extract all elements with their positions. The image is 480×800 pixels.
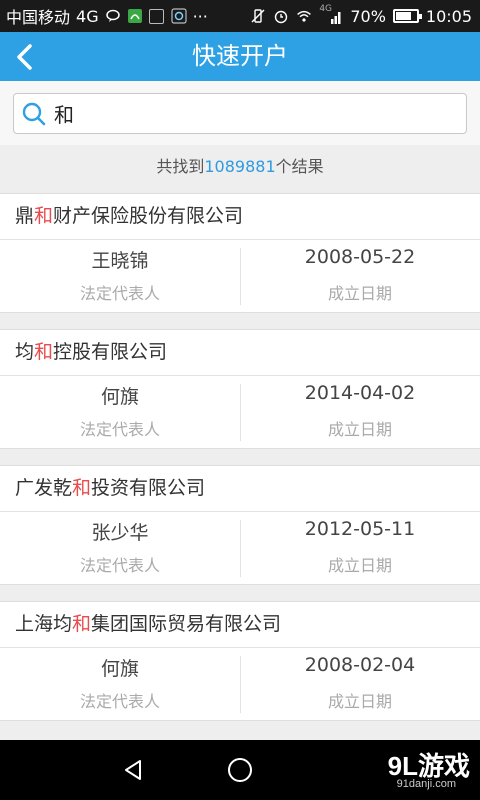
- search-box[interactable]: [13, 93, 467, 134]
- company-name-highlight: 和: [34, 205, 54, 227]
- company-name-highlight: 和: [34, 341, 54, 363]
- company-name-part: 控股有限公司: [53, 341, 168, 363]
- company-name: 鼎和财产保险股份有限公司: [15, 194, 243, 239]
- representative-name: 王晓锦: [91, 250, 149, 272]
- founding-date: 2012-05-11: [304, 518, 416, 540]
- page-title: 快速开户: [192, 42, 288, 70]
- result-count-suffix: 个结果: [275, 157, 324, 176]
- representative-label: 法定代表人: [79, 556, 160, 575]
- watermark-url: 91danji.com: [396, 778, 456, 790]
- network-type: 4G: [76, 6, 99, 26]
- representative-column: 张少华 法定代表人: [0, 512, 240, 585]
- signal-network-label: 4G: [319, 4, 333, 14]
- representative-label: 法定代表人: [79, 692, 160, 711]
- representative-name: 何旗: [100, 386, 139, 408]
- image-notification-icon: [149, 8, 165, 24]
- company-name-part: 均: [15, 341, 35, 363]
- company-name-part: 投资有限公司: [91, 477, 206, 499]
- company-name-highlight: 和: [72, 477, 92, 499]
- chat-bubble-icon: [105, 8, 121, 24]
- watermark: 9L游戏 91danji.com: [360, 746, 470, 796]
- founding-date-column: 2008-05-22 成立日期: [240, 240, 480, 313]
- nav-home-icon: [228, 758, 252, 782]
- founding-date-label: 成立日期: [327, 284, 392, 303]
- app-notification-icon: [127, 8, 143, 24]
- status-bar-left: 中国移动 4G ···: [6, 0, 208, 32]
- founding-date-column: 2012-05-11 成立日期: [240, 512, 480, 585]
- founding-date-label: 成立日期: [327, 556, 392, 575]
- result-count-number: 1089881: [204, 157, 276, 176]
- company-name-highlight: 和: [72, 613, 92, 635]
- company-name-part: 上海均: [15, 613, 73, 635]
- company-card[interactable]: 上海均和集团国际贸易有限公司 何旗 法定代表人 2008-02-04 成立日期: [0, 601, 480, 721]
- company-name-part: 鼎: [15, 205, 35, 227]
- company-name-part: 集团国际贸易有限公司: [91, 613, 282, 635]
- founding-date: 2008-02-04: [304, 654, 416, 676]
- nav-back-icon: [125, 760, 141, 780]
- founding-date-label: 成立日期: [327, 420, 392, 439]
- representative-column: 何旗 法定代表人: [0, 648, 240, 721]
- company-name-part: 财产保险股份有限公司: [53, 205, 244, 227]
- company-name: 上海均和集团国际贸易有限公司: [15, 602, 281, 647]
- navigation-bar: 9L游戏 91danji.com: [0, 740, 480, 800]
- clock: 10:05: [425, 6, 472, 26]
- representative-name: 张少华: [91, 522, 149, 544]
- status-bar: 中国移动 4G ··· 4G 70% 10:05: [0, 0, 480, 32]
- status-bar-right: 4G 70% 10:05: [250, 0, 472, 32]
- back-button[interactable]: [8, 38, 48, 76]
- search-area: [0, 81, 480, 145]
- founding-date-column: 2014-04-02 成立日期: [240, 376, 480, 449]
- company-name-part: 广发乾: [15, 477, 73, 499]
- representative-name: 何旗: [100, 658, 139, 680]
- sync-notification-icon: [170, 8, 187, 24]
- company-card[interactable]: 均和控股有限公司 何旗 法定代表人 2014-04-02 成立日期: [0, 329, 480, 449]
- company-card[interactable]: 广发乾和投资有限公司 张少华 法定代表人 2012-05-11 成立日期: [0, 465, 480, 585]
- back-arrow-icon: [17, 44, 32, 70]
- company-name: 广发乾和投资有限公司: [15, 466, 205, 511]
- wifi-icon: [296, 8, 312, 24]
- representative-label: 法定代表人: [79, 420, 160, 439]
- representative-column: 何旗 法定代表人: [0, 376, 240, 449]
- search-input[interactable]: [54, 94, 454, 133]
- company-card[interactable]: 鼎和财产保险股份有限公司 王晓锦 法定代表人 2008-05-22 成立日期: [0, 193, 480, 313]
- founding-date: 2008-05-22: [304, 246, 416, 268]
- more-notifications-icon: ···: [192, 6, 208, 26]
- founding-date-label: 成立日期: [327, 692, 392, 711]
- nav-home-button[interactable]: [220, 750, 260, 790]
- battery-icon: [392, 9, 422, 23]
- search-icon: [22, 102, 46, 126]
- app-header: 快速开户: [0, 32, 480, 81]
- carrier-name: 中国移动: [6, 8, 71, 27]
- company-name: 均和控股有限公司: [15, 330, 167, 375]
- founding-date: 2014-04-02: [304, 382, 416, 404]
- alarm-icon: [273, 8, 289, 24]
- representative-label: 法定代表人: [79, 284, 160, 303]
- founding-date-column: 2008-02-04 成立日期: [240, 648, 480, 721]
- nav-back-button[interactable]: [113, 750, 153, 790]
- result-count: 共找到1089881个结果: [0, 145, 480, 189]
- representative-column: 王晓锦 法定代表人: [0, 240, 240, 313]
- vibrate-off-icon: [250, 8, 266, 24]
- cellular-signal-icon: 4G: [319, 4, 343, 25]
- result-count-prefix: 共找到: [156, 157, 205, 176]
- battery-percent: 70%: [350, 6, 386, 26]
